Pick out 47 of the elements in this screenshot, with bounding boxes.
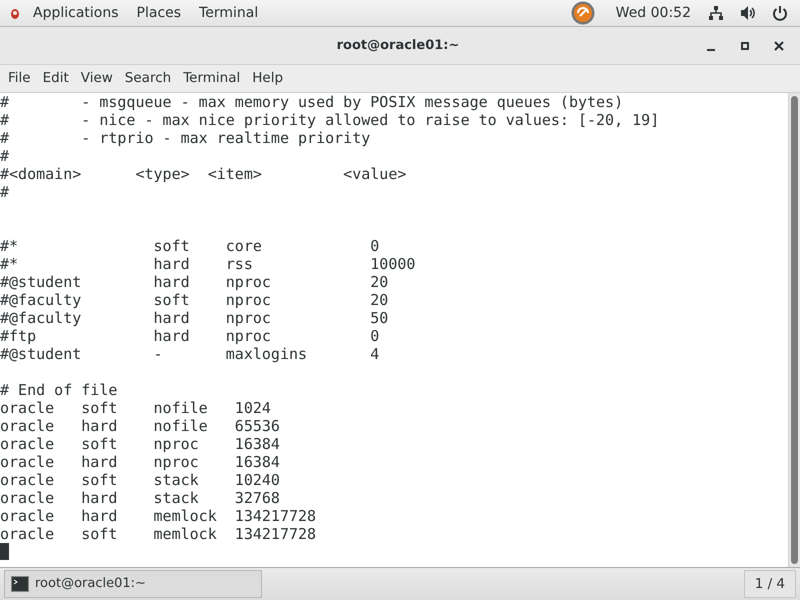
terminal-line: #@student hard nproc 20 [0,273,388,291]
network-icon[interactable] [708,5,724,21]
taskbar-button[interactable]: root@oracle01:~ [4,570,262,598]
terminal-line: # [0,183,10,201]
terminal-line: oracle soft nofile 1024 [0,399,271,417]
terminal-line: oracle hard nofile 65536 [0,417,280,435]
terminal-line: # - msgqueue - max memory used by POSIX message queues (bytes) [0,93,624,111]
close-icon [773,40,785,52]
window-title: root@oracle01:~ [336,36,460,55]
terminal-line: #@faculty hard nproc 50 [0,309,388,327]
terminal-line: # End of file [0,381,118,399]
top-menu[interactable]: Places [128,2,190,24]
terminal-line: #ftp hard nproc 0 [0,327,380,345]
menu-item[interactable]: Edit [36,68,75,89]
terminal-line: oracle soft nproc 16384 [0,435,280,453]
power-icon[interactable] [772,5,788,21]
menu-item[interactable]: Terminal [177,68,246,89]
menu-item[interactable]: View [74,68,119,89]
terminal-line: #@student - maxlogins 4 [0,345,380,363]
terminal-line: oracle hard memlock 134217728 [0,507,316,525]
terminal-line: # - rtprio - max realtime priority [0,129,370,147]
minimize-icon [707,48,715,50]
terminal-line: #* soft core 0 [0,237,380,255]
top-menu[interactable]: Terminal [190,2,268,24]
terminal-line: oracle hard nproc 16384 [0,453,280,471]
terminal-line: # [0,147,10,165]
terminal-line: oracle hard stack 32768 [0,489,280,507]
volume-icon[interactable] [740,5,756,21]
menu-item[interactable]: File [2,68,37,89]
terminal-icon [11,576,29,592]
maximize-icon [740,40,750,50]
task-title: root@oracle01:~ [35,575,146,594]
clock[interactable]: Wed 00:52 [606,2,700,24]
cursor [0,543,9,560]
menu-item[interactable]: Help [246,68,290,89]
terminal-line: oracle soft memlock 134217728 [0,525,316,543]
scrollbar-thumb[interactable] [791,96,798,564]
workspace-indicator[interactable]: 1 / 4 [744,570,796,598]
terminal-line: #<domain> <type> <item> <value> [0,165,406,183]
app-icon[interactable] [570,1,595,25]
terminal-line: oracle soft stack 10240 [0,471,280,489]
menu-item[interactable]: Search [118,68,178,89]
top-menu[interactable]: Applications [24,2,128,24]
terminal-line: #* hard rss 10000 [0,255,416,273]
terminal-line: # - nice - max nice priority allowed to raise to values: [-20, 19] [0,111,660,129]
scrollbar[interactable] [788,93,800,567]
terminal-line: #@faculty soft nproc 20 [0,291,388,309]
